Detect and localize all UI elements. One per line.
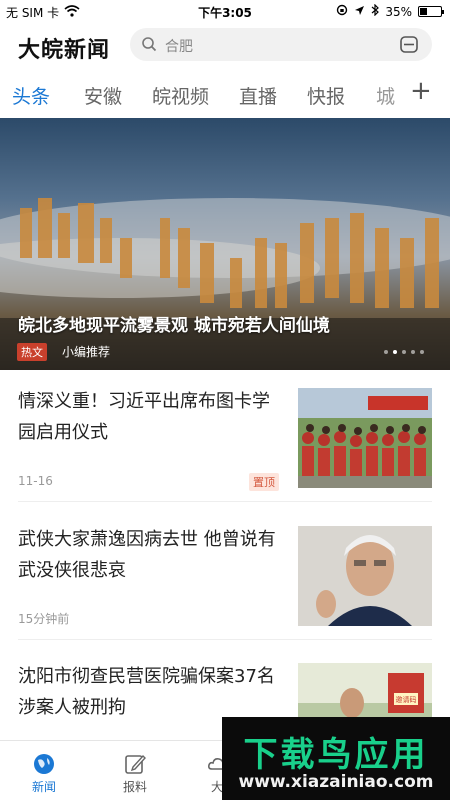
watermark-url: www.xiazainiao.com: [238, 772, 434, 792]
nav-news[interactable]: 新闻: [14, 753, 74, 795]
bluetooth-icon: [371, 3, 380, 19]
hero-carousel[interactable]: 皖北多地现平流雾景观 城市宛若人间仙境 热文 小编推荐: [0, 118, 450, 370]
tab-live[interactable]: 直播: [239, 82, 277, 109]
hot-tag: 热文: [17, 343, 47, 361]
carousel-dot[interactable]: [384, 350, 388, 354]
battery-icon: [418, 6, 444, 17]
news-thumbnail: [298, 526, 432, 626]
tab-anhui[interactable]: 安徽: [84, 82, 122, 109]
app-title: 大皖新闻: [18, 38, 111, 63]
tab-headlines[interactable]: 头条: [12, 82, 50, 109]
hero-source: 小编推荐: [62, 345, 111, 359]
search-icon: [141, 36, 157, 56]
battery-level: [420, 8, 427, 15]
channel-tabs: 头条 安徽 皖视频 直播 快报 城 +: [0, 72, 450, 116]
nav-report-label: 报料: [122, 780, 147, 794]
watermark-text: 下载鸟应用: [243, 735, 429, 775]
add-channel-button[interactable]: +: [410, 76, 432, 106]
rotation-lock-icon: [336, 4, 348, 19]
nav-news-label: 新闻: [31, 780, 56, 794]
globe-icon: [34, 754, 54, 774]
nav-report[interactable]: 报料: [105, 753, 165, 795]
news-title[interactable]: 武侠大家萧逸因病去世 他曾说有武没侠很悲哀: [18, 524, 280, 586]
edit-icon: [125, 754, 146, 774]
tab-city[interactable]: 城: [376, 82, 395, 109]
news-time: 11-16: [18, 474, 53, 488]
app-header: 大皖新闻 合肥: [0, 22, 450, 70]
battery-percent: 35%: [385, 4, 412, 19]
carousel-dot[interactable]: [402, 350, 406, 354]
status-bar: 无 SIM 卡 下午3:05 35%: [0, 0, 450, 22]
pinned-badge: 置顶: [249, 473, 279, 491]
carousel-dot[interactable]: [420, 350, 424, 354]
news-title[interactable]: 沈阳市彻查民营医院骗保案37名涉案人被刑拘: [18, 661, 280, 723]
news-thumbnail: [298, 388, 432, 488]
location-icon: [354, 5, 365, 19]
search-placeholder: 合肥: [165, 39, 193, 55]
carousel-dot[interactable]: [393, 350, 397, 354]
hero-title[interactable]: 皖北多地现平流雾景观 城市宛若人间仙境: [18, 311, 330, 336]
carousel-indicator: [384, 350, 424, 354]
news-title[interactable]: 情深义重！习近平出席布图卡学园启用仪式: [18, 386, 280, 448]
scan-icon[interactable]: [400, 36, 418, 57]
thumb-sign-text: 邀请码: [396, 695, 417, 704]
search-bar[interactable]: 合肥: [130, 28, 432, 61]
divider: [18, 639, 432, 640]
carousel-dot[interactable]: [411, 350, 415, 354]
divider: [18, 501, 432, 502]
tab-flash[interactable]: 快报: [307, 82, 345, 109]
tab-video[interactable]: 皖视频: [152, 82, 209, 109]
watermark-logo: 下载鸟应用 www.xiazainiao.com: [222, 717, 450, 800]
news-time: 15分钟前: [18, 612, 70, 626]
